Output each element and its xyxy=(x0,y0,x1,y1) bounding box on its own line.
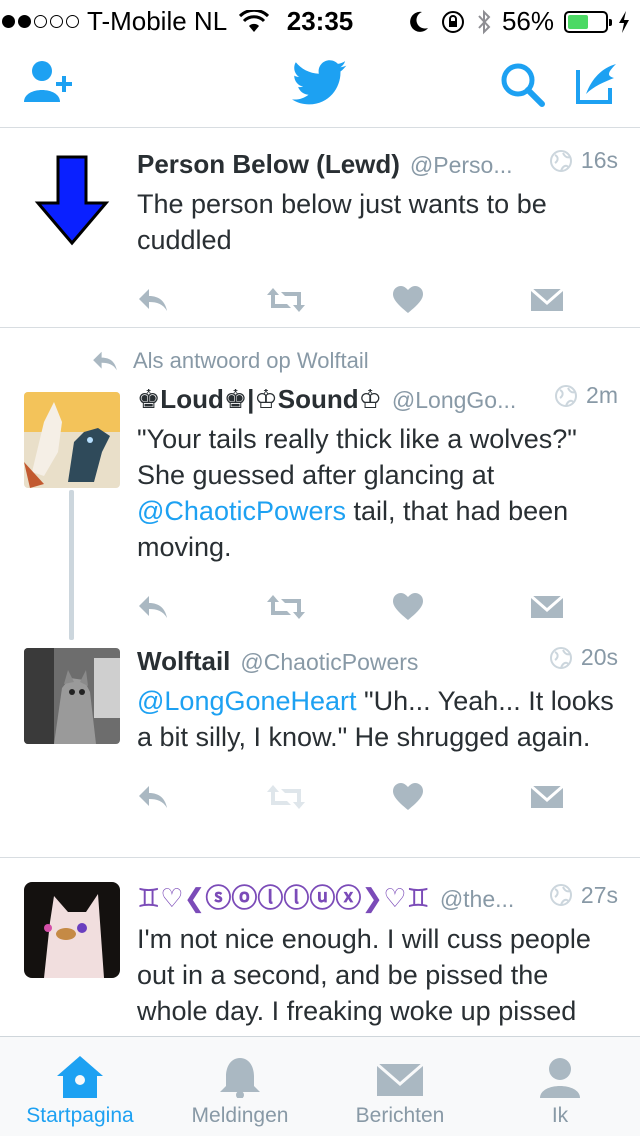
orientation-lock-icon xyxy=(441,10,464,33)
timeline[interactable]: Person Below (Lewd) @Perso... 16s The pe… xyxy=(0,129,640,1036)
tweet-text: "Your tails really thick like a wolves?"… xyxy=(137,421,618,565)
tweet[interactable]: ♊♡❮ⓢⓞⓛⓛⓤⓧ❯♡♊ @the... 27s I'm not nice en… xyxy=(0,858,640,1036)
compose-icon[interactable] xyxy=(574,60,620,106)
reply-icon[interactable] xyxy=(137,287,169,313)
tweet-header: Wolftail @ChaoticPowers 20s xyxy=(137,644,618,677)
twitter-bird-icon[interactable] xyxy=(292,60,348,106)
tweet-header: Person Below (Lewd) @Perso... 16s xyxy=(137,147,618,180)
bottom-tab-bar: Startpagina Meldingen Berichten Ik xyxy=(0,1036,640,1136)
status-left: T-Mobile NL xyxy=(2,6,270,37)
user-handle[interactable]: @ChaoticPowers xyxy=(240,649,549,676)
envelope-icon xyxy=(377,1062,423,1096)
tweet-text: The person below just wants to be cuddle… xyxy=(137,188,547,255)
tweet-actions xyxy=(137,777,618,817)
tab-profile[interactable]: Ik xyxy=(480,1037,640,1136)
reply-icon[interactable] xyxy=(137,594,169,620)
retweet-icon-disabled xyxy=(267,784,305,809)
reply-context-text: Als antwoord op Wolftail xyxy=(133,348,369,373)
wifi-icon xyxy=(239,9,270,32)
home-icon xyxy=(57,1056,103,1098)
tab-messages[interactable]: Berichten xyxy=(320,1037,480,1136)
retweet-icon[interactable] xyxy=(265,593,307,621)
user-handle[interactable]: @LongGo... xyxy=(392,387,554,414)
battery-icon xyxy=(564,10,612,33)
display-name[interactable]: ♊♡❮ⓢⓞⓛⓛⓤⓧ❯♡♊ xyxy=(137,878,430,915)
moon-icon xyxy=(410,11,428,32)
tweet-time: 20s xyxy=(580,644,618,670)
direct-message-icon[interactable] xyxy=(531,287,563,313)
direct-message-icon[interactable] xyxy=(531,594,563,620)
bell-icon xyxy=(220,1058,260,1098)
globe-icon xyxy=(555,384,578,407)
tab-label: Startpagina xyxy=(26,1104,134,1127)
tweet-time: 16s xyxy=(580,147,618,173)
tweet[interactable]: Person Below (Lewd) @Perso... 16s The pe… xyxy=(0,129,640,328)
mention-link[interactable]: @LongGoneHeart xyxy=(137,686,357,716)
reply-context[interactable]: Als antwoord op Wolftail xyxy=(91,348,618,374)
user-handle[interactable]: @Perso... xyxy=(410,152,549,179)
status-bar: T-Mobile NL 23:35 56% xyxy=(0,0,640,40)
tweet-meta: 2m xyxy=(554,382,618,409)
search-icon[interactable] xyxy=(500,62,546,108)
charging-icon xyxy=(619,10,629,33)
add-user-icon[interactable] xyxy=(24,58,76,106)
globe-icon xyxy=(549,646,572,669)
display-name[interactable]: ♚Loud♚|♔Sound♔ xyxy=(137,384,382,415)
top-nav-bar xyxy=(0,40,640,128)
bluetooth-icon xyxy=(478,9,491,34)
tweet-text: @LongGoneHeart "Uh... Yeah... It looks a… xyxy=(137,683,618,755)
tweet-meta: 20s xyxy=(549,644,618,671)
like-icon[interactable] xyxy=(393,592,423,621)
direct-message-icon[interactable] xyxy=(531,784,563,810)
like-icon[interactable] xyxy=(393,285,423,314)
retweet-icon[interactable] xyxy=(265,286,307,314)
tweet-time: 27s xyxy=(580,881,618,908)
tweet-header: ♚Loud♚|♔Sound♔ @LongGo... 2m xyxy=(137,382,618,415)
status-right: 56% xyxy=(408,6,630,37)
globe-icon xyxy=(549,884,572,906)
carrier-name: T-Mobile NL xyxy=(87,6,228,36)
tweet-text: I'm not nice enough. I will cuss people … xyxy=(137,924,591,1036)
profile-icon xyxy=(540,1058,580,1098)
tab-label: Berichten xyxy=(355,1104,445,1127)
tweet-meta: 27s xyxy=(549,882,618,909)
tweet[interactable]: Wolftail @ChaoticPowers 20s @LongGoneHea… xyxy=(0,644,640,858)
tab-home[interactable]: Startpagina xyxy=(0,1037,160,1136)
battery-percent: 56% xyxy=(501,6,554,36)
tweet[interactable]: Als antwoord op Wolftail ♚Loud♚|♔Sound♔ … xyxy=(0,328,640,644)
like-icon[interactable] xyxy=(393,782,423,811)
reply-context-icon xyxy=(93,351,117,371)
reply-icon[interactable] xyxy=(137,784,169,810)
signal-strength-icon xyxy=(2,15,79,28)
tab-label: Meldingen xyxy=(191,1104,289,1127)
tweet-meta: 16s xyxy=(549,147,618,174)
tweet-actions xyxy=(137,280,618,320)
tweet-time: 2m xyxy=(586,382,618,408)
tab-label: Ik xyxy=(551,1104,569,1127)
globe-icon xyxy=(549,149,572,172)
tweet-text-part: "Your tails really thick like a wolves?"… xyxy=(137,423,577,490)
display-name[interactable]: Wolftail xyxy=(137,646,230,677)
tweet-actions xyxy=(137,587,618,627)
tweet-header: ♊♡❮ⓢⓞⓛⓛⓤⓧ❯♡♊ @the... 27s xyxy=(137,878,618,915)
tab-notifications[interactable]: Meldingen xyxy=(160,1037,320,1136)
display-name[interactable]: Person Below (Lewd) xyxy=(137,149,400,180)
mention-link[interactable]: @ChaoticPowers xyxy=(137,496,346,526)
user-handle[interactable]: @the... xyxy=(440,886,549,913)
